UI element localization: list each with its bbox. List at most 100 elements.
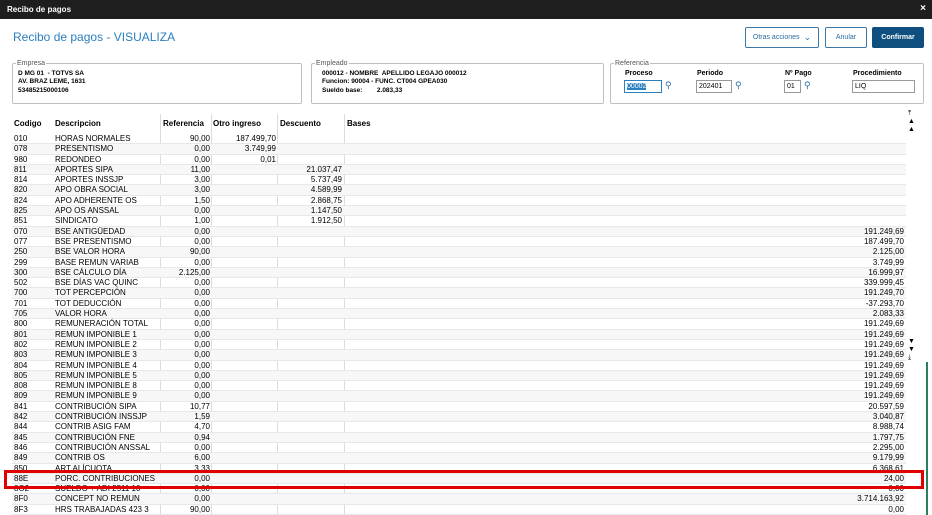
cell-descripcion: PRESENTISMO: [55, 144, 114, 154]
header-descuento[interactable]: Descuento: [280, 119, 321, 128]
table-row[interactable]: 804 REMUN IMPONIBLE 4 0,00 191.249,69: [12, 361, 906, 371]
table-row[interactable]: 705 VALOR HORA 0,00 2.083,33: [12, 309, 906, 320]
table-row[interactable]: 846 CONTRIBUCIÓN ANSSAL 0,00 2.295,00: [12, 442, 906, 454]
otras-acciones-label: Otras acciones: [752, 34, 800, 41]
cell-codigo: 814: [14, 175, 28, 185]
anular-button[interactable]: Anular: [825, 27, 867, 48]
table-row[interactable]: 980 REDONDEO 0,00 0,01: [12, 155, 906, 165]
cell-codigo: 809: [14, 391, 28, 401]
table-scrollbar[interactable]: ⤒ ▲ ▲ ▼ ▼ ⤓: [906, 110, 918, 362]
table-row[interactable]: 299 BASE REMUN VARIAB 0,00 3.749,99: [12, 258, 906, 268]
cell-descripcion: CONTRIBUCIÓN ANSSAL: [55, 442, 151, 452]
table-row[interactable]: 700 TOT PERCEPCIÓN 0,00 191.249,70: [12, 288, 906, 299]
scroll-page-up-icon[interactable]: ▲: [908, 126, 915, 133]
cell-bases: 2.125,00: [872, 247, 904, 257]
cell-codigo: 811: [14, 164, 27, 174]
right-edge-line: [926, 362, 928, 515]
cell-bases: 8.988,74: [872, 422, 904, 432]
header-codigo[interactable]: Codigo: [14, 119, 42, 128]
cell-referencia: 1,50: [194, 195, 210, 205]
cell-descripcion: REDONDEO: [55, 154, 102, 164]
cell-codigo: 841: [14, 401, 28, 411]
table-row[interactable]: 078 PRESENTISMO 0,00 3.749,99: [12, 144, 906, 155]
table-row[interactable]: 250 BSE VALOR HORA 90,00 2.125,00: [12, 247, 906, 258]
table-row[interactable]: 809 REMUN IMPONIBLE 9 0,00 191.249,69: [12, 391, 906, 402]
cell-codigo: 250: [14, 247, 28, 257]
table-row[interactable]: 070 BSE ANTIGÜEDAD 0,00 191.249,69: [12, 226, 906, 237]
scroll-top-icon[interactable]: ⤒: [908, 110, 911, 118]
proceso-search-icon[interactable]: ⚲: [665, 80, 672, 91]
cell-descripcion: CONTRIB OS: [55, 453, 105, 463]
table-row[interactable]: 851 SINDICATO 1,00 1.912,50: [12, 216, 906, 227]
close-icon[interactable]: ×: [920, 3, 926, 14]
table-row[interactable]: 800 REMUNERACIÓN TOTAL 0,00 191.249,69: [12, 319, 906, 330]
cell-descripcion: BASE REMUN VARIAB: [55, 257, 139, 267]
table-row[interactable]: 825 APO OS ANSSAL 0,00 1.147,50: [12, 206, 906, 217]
table-row[interactable]: 808 REMUN IMPONIBLE 8 0,00 191.249,69: [12, 381, 906, 392]
cell-referencia: 0,00: [194, 370, 210, 380]
proceso-value: 00002: [627, 83, 647, 90]
cell-codigo: 845: [14, 432, 28, 442]
cell-referencia: 3,00: [194, 175, 210, 185]
cell-descripcion: APO OS ANSSAL: [55, 206, 120, 216]
table-row[interactable]: 300 BSE CÁLCULO DÍA 2.125,00 16.999,97: [12, 267, 906, 279]
table-row[interactable]: 701 TOT DEDUCCIÓN 0,00 -37.293,70: [12, 299, 906, 310]
procedimiento-input[interactable]: LIQ: [852, 80, 915, 93]
table-row[interactable]: 805 REMUN IMPONIBLE 5 0,00 191.249,69: [12, 370, 906, 382]
proceso-input[interactable]: 00002: [624, 80, 662, 93]
cell-codigo: 849: [14, 453, 28, 463]
table-row[interactable]: 814 APORTES INSSJP 3,00 5.737,49: [12, 175, 906, 186]
periodo-search-icon[interactable]: ⚲: [735, 80, 742, 91]
scroll-up-icon[interactable]: ▲: [908, 118, 915, 125]
table-row[interactable]: 849 CONTRIB OS 6,00 9.179,99: [12, 453, 906, 464]
table-row[interactable]: 801 REMUN IMPONIBLE 1 0,00 191.249,69: [12, 329, 906, 340]
confirmar-button[interactable]: Confirmar: [872, 27, 924, 48]
chevron-down-icon: ⌄: [803, 32, 812, 42]
cell-descripcion: BSE VALOR HORA: [55, 247, 126, 257]
table-row[interactable]: 844 CONTRIB ASIG FAM 4,70 8.988,74: [12, 422, 906, 433]
table-row[interactable]: 8F3 HRS TRABAJADAS 423 3 90,00 0,00: [12, 505, 906, 515]
cell-bases: 191.249,69: [863, 226, 904, 236]
scroll-bottom-icon[interactable]: ⤓: [908, 354, 911, 362]
table-body: 010 HORAS NORMALES 90,00 187.499,70 078 PRESE…: [12, 134, 906, 515]
cell-bases: 9.179,99: [872, 453, 904, 463]
table-row[interactable]: 811 APORTES SIPA 11,00 21.037,47: [12, 164, 906, 176]
empleado-line-2: Funcion: 90004 - FUNC. CT004 GPEA030: [322, 78, 448, 85]
table-row[interactable]: 845 CONTRIBUCIÓN FNE 0,94 1.797,75: [12, 432, 906, 443]
header-referencia[interactable]: Referencia: [163, 119, 204, 128]
table-row[interactable]: 502 BSE DÍAS VAC QUINC 0,00 339.999,45: [12, 278, 906, 289]
periodo-label: Periodo: [697, 70, 724, 77]
table-row[interactable]: 802 REMUN IMPONIBLE 2 0,00 191.249,69: [12, 340, 906, 351]
table-row[interactable]: 8F0 CONCEPT NO REMUN 0,00 3.714.163,92: [12, 494, 906, 505]
otras-acciones-button[interactable]: Otras acciones ⌄: [745, 27, 819, 48]
header-descripcion[interactable]: Descripcion: [55, 119, 101, 128]
cell-codigo: 803: [14, 350, 28, 360]
table-row[interactable]: 820 APO OBRA SOCIAL 3,00 4.589,99: [12, 185, 906, 196]
cell-codigo: 824: [14, 195, 28, 205]
npago-input[interactable]: 01: [784, 80, 801, 93]
header-otro-ingreso[interactable]: Otro ingreso: [213, 119, 261, 128]
periodo-input[interactable]: 202401: [696, 80, 732, 93]
table-row[interactable]: 841 CONTRIBUCIÓN SIPA 10,77 20.597,59: [12, 401, 906, 413]
cell-codigo: 300: [14, 267, 28, 277]
cell-descripcion: TOT PERCEPCIÓN: [55, 288, 126, 298]
table-row[interactable]: 077 BSE PRESENTISMO 0,00 187.499,70: [12, 236, 906, 248]
header-bases[interactable]: Bases: [347, 119, 371, 128]
cell-codigo: 842: [14, 412, 28, 422]
empleado-legend: Empleado: [316, 60, 348, 67]
cell-descripcion: BSE CÁLCULO DÍA: [55, 267, 127, 277]
cell-bases: 2.295,00: [872, 442, 904, 452]
scroll-down-icon[interactable]: ▼: [908, 346, 915, 353]
scroll-page-down-icon[interactable]: ▼: [908, 338, 915, 345]
table-row[interactable]: 010 HORAS NORMALES 90,00 187.499,70: [12, 134, 906, 145]
window-titlebar: Recibo de pagos ×: [0, 0, 932, 19]
cell-bases: 191.249,69: [863, 350, 904, 360]
table-row[interactable]: 824 APO ADHERENTE OS 1,50 2.868,75: [12, 195, 906, 207]
npago-search-icon[interactable]: ⚲: [804, 80, 811, 91]
cell-otro-ingreso: 3.749,99: [244, 144, 276, 154]
window-title: Recibo de pagos: [7, 5, 72, 14]
cell-referencia: 0,00: [194, 236, 210, 246]
cell-bases: 191.249,69: [863, 319, 904, 329]
table-row[interactable]: 842 CONTRIBUCIÓN INSSJP 1,59 3.040,87: [12, 412, 906, 423]
table-row[interactable]: 803 REMUN IMPONIBLE 3 0,00 191.249,69: [12, 350, 906, 361]
